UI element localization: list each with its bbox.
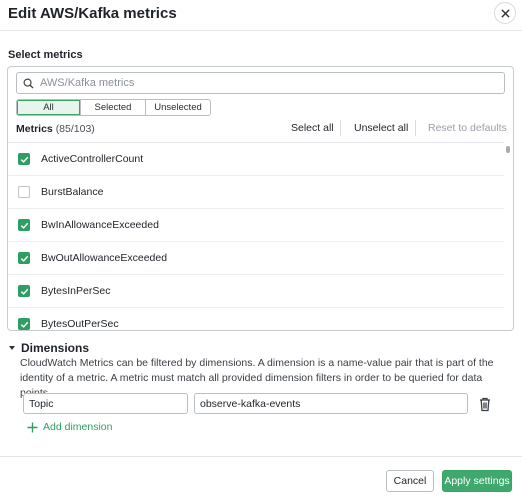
list-scrollbar[interactable] [506,146,510,153]
filter-segmented-control: All Selected Unselected [16,99,211,116]
select-all-button[interactable]: Select all [291,122,334,134]
metric-checkbox[interactable] [18,285,30,297]
metric-row[interactable]: BwOutAllowanceExceeded [8,242,504,275]
metric-label: ActiveControllerCount [41,153,144,165]
trash-icon [480,397,490,412]
metrics-count: (85/103) [55,123,95,135]
header-divider [0,30,522,31]
check-icon [20,156,28,163]
metric-label: BurstBalance [41,186,104,198]
metric-row[interactable]: BytesOutPerSec [8,308,504,330]
metric-row[interactable]: BytesInPerSec [8,275,504,308]
check-icon [20,255,28,262]
cancel-button[interactable]: Cancel [386,470,434,492]
metrics-search[interactable] [16,72,505,94]
metrics-heading: Metrics (85/103) [16,123,95,135]
metric-label: BytesOutPerSec [41,318,119,330]
metric-checkbox[interactable] [18,186,30,198]
filter-tab-all[interactable]: All [17,100,81,115]
close-button[interactable] [494,2,516,24]
search-input[interactable] [40,77,480,89]
metric-checkbox[interactable] [18,153,30,165]
footer-divider [0,456,522,457]
metric-row[interactable]: BwInAllowanceExceeded [8,209,504,242]
metric-row[interactable]: BurstBalance [8,176,504,209]
reset-defaults-button[interactable]: Reset to defaults [428,122,507,134]
metric-label: BwOutAllowanceExceeded [41,252,168,264]
delete-dimension-button[interactable] [478,396,492,412]
metrics-list: ActiveControllerCount BurstBalance BwInA… [8,142,504,330]
filter-tab-selected[interactable]: Selected [81,100,146,115]
check-icon [20,321,28,328]
metric-checkbox[interactable] [18,252,30,264]
add-dimension-button[interactable]: Add dimension [27,421,112,433]
metric-label: BytesInPerSec [41,285,111,297]
metric-label: BwInAllowanceExceeded [41,219,159,231]
add-dimension-label: Add dimension [43,421,113,433]
dialog-title: Edit AWS/Kafka metrics [8,5,177,22]
check-icon [20,222,28,229]
filter-tab-unselected[interactable]: Unselected [146,100,210,115]
unselect-all-button[interactable]: Unselect all [354,122,408,134]
apply-settings-button[interactable]: Apply settings [442,470,512,492]
metric-checkbox[interactable] [18,219,30,231]
check-icon [20,288,28,295]
dimensions-toggle[interactable]: Dimensions [8,341,89,355]
header-separator [340,120,341,136]
header-separator [415,120,416,136]
close-icon [500,8,510,18]
dialog-header: Edit AWS/Kafka metrics [0,0,522,30]
metrics-panel: All Selected Unselected Metrics (85/103)… [7,66,514,331]
select-metrics-label: Select metrics [8,49,83,61]
dimension-name-field[interactable]: Topic [23,393,188,414]
search-icon [23,78,34,89]
metric-row[interactable]: ActiveControllerCount [8,143,504,176]
dimensions-title: Dimensions [21,341,90,355]
caret-down-icon [9,346,15,350]
metrics-label: Metrics [16,123,53,135]
metric-checkbox[interactable] [18,318,30,330]
plus-icon [27,422,38,432]
dimension-value-field[interactable]: observe-kafka-events [194,393,468,414]
